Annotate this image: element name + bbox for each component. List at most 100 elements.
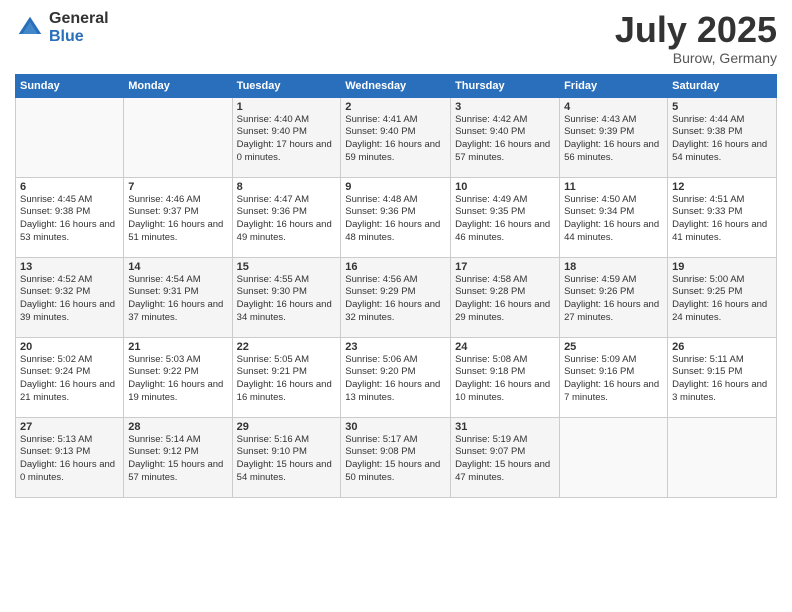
day-number: 2: [345, 101, 446, 113]
logo-blue-text: Blue: [49, 28, 109, 46]
calendar-cell: 18Sunrise: 4:59 AM Sunset: 9:26 PM Dayli…: [560, 257, 668, 337]
calendar-cell: 1Sunrise: 4:40 AM Sunset: 9:40 PM Daylig…: [232, 97, 341, 177]
day-number: 24: [455, 341, 555, 353]
day-number: 8: [237, 181, 337, 193]
day-info: Sunrise: 4:44 AM Sunset: 9:38 PM Dayligh…: [672, 114, 772, 165]
calendar-location: Burow, Germany: [615, 50, 777, 66]
calendar-body: 1Sunrise: 4:40 AM Sunset: 9:40 PM Daylig…: [16, 97, 777, 497]
day-number: 5: [672, 101, 772, 113]
calendar-cell: 26Sunrise: 5:11 AM Sunset: 9:15 PM Dayli…: [668, 337, 777, 417]
day-info: Sunrise: 4:47 AM Sunset: 9:36 PM Dayligh…: [237, 194, 337, 245]
weekday-header-friday: Friday: [560, 74, 668, 97]
calendar-cell: 21Sunrise: 5:03 AM Sunset: 9:22 PM Dayli…: [124, 337, 232, 417]
title-block: July 2025 Burow, Germany: [615, 10, 777, 66]
calendar-cell: 3Sunrise: 4:42 AM Sunset: 9:40 PM Daylig…: [451, 97, 560, 177]
day-number: 23: [345, 341, 446, 353]
calendar-cell: 27Sunrise: 5:13 AM Sunset: 9:13 PM Dayli…: [16, 417, 124, 497]
calendar-week-1: 1Sunrise: 4:40 AM Sunset: 9:40 PM Daylig…: [16, 97, 777, 177]
day-number: 13: [20, 261, 119, 273]
day-info: Sunrise: 5:14 AM Sunset: 9:12 PM Dayligh…: [128, 434, 227, 485]
day-number: 30: [345, 421, 446, 433]
calendar-cell: 30Sunrise: 5:17 AM Sunset: 9:08 PM Dayli…: [341, 417, 451, 497]
calendar-table: SundayMondayTuesdayWednesdayThursdayFrid…: [15, 74, 777, 498]
calendar-cell: [668, 417, 777, 497]
calendar-cell: 22Sunrise: 5:05 AM Sunset: 9:21 PM Dayli…: [232, 337, 341, 417]
calendar-cell: 19Sunrise: 5:00 AM Sunset: 9:25 PM Dayli…: [668, 257, 777, 337]
day-info: Sunrise: 4:52 AM Sunset: 9:32 PM Dayligh…: [20, 274, 119, 325]
day-info: Sunrise: 5:13 AM Sunset: 9:13 PM Dayligh…: [20, 434, 119, 485]
weekday-header-thursday: Thursday: [451, 74, 560, 97]
day-info: Sunrise: 4:45 AM Sunset: 9:38 PM Dayligh…: [20, 194, 119, 245]
day-info: Sunrise: 5:06 AM Sunset: 9:20 PM Dayligh…: [345, 354, 446, 405]
weekday-header-wednesday: Wednesday: [341, 74, 451, 97]
day-number: 7: [128, 181, 227, 193]
day-number: 31: [455, 421, 555, 433]
day-number: 21: [128, 341, 227, 353]
calendar-cell: 16Sunrise: 4:56 AM Sunset: 9:29 PM Dayli…: [341, 257, 451, 337]
logo-text: General Blue: [49, 10, 109, 45]
weekday-header-monday: Monday: [124, 74, 232, 97]
day-info: Sunrise: 5:03 AM Sunset: 9:22 PM Dayligh…: [128, 354, 227, 405]
weekday-header-saturday: Saturday: [668, 74, 777, 97]
day-info: Sunrise: 4:50 AM Sunset: 9:34 PM Dayligh…: [564, 194, 663, 245]
day-info: Sunrise: 4:59 AM Sunset: 9:26 PM Dayligh…: [564, 274, 663, 325]
day-number: 25: [564, 341, 663, 353]
day-number: 9: [345, 181, 446, 193]
day-info: Sunrise: 4:54 AM Sunset: 9:31 PM Dayligh…: [128, 274, 227, 325]
day-number: 4: [564, 101, 663, 113]
day-number: 14: [128, 261, 227, 273]
calendar-title: July 2025: [615, 10, 777, 50]
calendar-cell: 10Sunrise: 4:49 AM Sunset: 9:35 PM Dayli…: [451, 177, 560, 257]
day-number: 26: [672, 341, 772, 353]
calendar-cell: 15Sunrise: 4:55 AM Sunset: 9:30 PM Dayli…: [232, 257, 341, 337]
calendar-cell: 20Sunrise: 5:02 AM Sunset: 9:24 PM Dayli…: [16, 337, 124, 417]
day-number: 11: [564, 181, 663, 193]
calendar-cell: 25Sunrise: 5:09 AM Sunset: 9:16 PM Dayli…: [560, 337, 668, 417]
calendar-cell: 24Sunrise: 5:08 AM Sunset: 9:18 PM Dayli…: [451, 337, 560, 417]
calendar-cell: 7Sunrise: 4:46 AM Sunset: 9:37 PM Daylig…: [124, 177, 232, 257]
calendar-cell: 28Sunrise: 5:14 AM Sunset: 9:12 PM Dayli…: [124, 417, 232, 497]
calendar-cell: 8Sunrise: 4:47 AM Sunset: 9:36 PM Daylig…: [232, 177, 341, 257]
day-info: Sunrise: 4:46 AM Sunset: 9:37 PM Dayligh…: [128, 194, 227, 245]
calendar-week-4: 20Sunrise: 5:02 AM Sunset: 9:24 PM Dayli…: [16, 337, 777, 417]
logo-icon: [15, 13, 45, 43]
calendar-cell: 31Sunrise: 5:19 AM Sunset: 9:07 PM Dayli…: [451, 417, 560, 497]
calendar-cell: 13Sunrise: 4:52 AM Sunset: 9:32 PM Dayli…: [16, 257, 124, 337]
day-info: Sunrise: 5:05 AM Sunset: 9:21 PM Dayligh…: [237, 354, 337, 405]
day-info: Sunrise: 5:02 AM Sunset: 9:24 PM Dayligh…: [20, 354, 119, 405]
day-info: Sunrise: 4:51 AM Sunset: 9:33 PM Dayligh…: [672, 194, 772, 245]
calendar-header: SundayMondayTuesdayWednesdayThursdayFrid…: [16, 74, 777, 97]
day-number: 10: [455, 181, 555, 193]
calendar-week-2: 6Sunrise: 4:45 AM Sunset: 9:38 PM Daylig…: [16, 177, 777, 257]
calendar-cell: [16, 97, 124, 177]
day-info: Sunrise: 5:08 AM Sunset: 9:18 PM Dayligh…: [455, 354, 555, 405]
day-info: Sunrise: 4:40 AM Sunset: 9:40 PM Dayligh…: [237, 114, 337, 165]
day-number: 16: [345, 261, 446, 273]
day-number: 19: [672, 261, 772, 273]
weekday-header-tuesday: Tuesday: [232, 74, 341, 97]
day-number: 22: [237, 341, 337, 353]
page-header: General Blue July 2025 Burow, Germany: [15, 10, 777, 66]
day-number: 1: [237, 101, 337, 113]
day-info: Sunrise: 5:09 AM Sunset: 9:16 PM Dayligh…: [564, 354, 663, 405]
day-info: Sunrise: 4:49 AM Sunset: 9:35 PM Dayligh…: [455, 194, 555, 245]
day-info: Sunrise: 5:17 AM Sunset: 9:08 PM Dayligh…: [345, 434, 446, 485]
calendar-cell: 12Sunrise: 4:51 AM Sunset: 9:33 PM Dayli…: [668, 177, 777, 257]
day-info: Sunrise: 4:55 AM Sunset: 9:30 PM Dayligh…: [237, 274, 337, 325]
day-number: 27: [20, 421, 119, 433]
calendar-cell: 23Sunrise: 5:06 AM Sunset: 9:20 PM Dayli…: [341, 337, 451, 417]
day-number: 6: [20, 181, 119, 193]
calendar-cell: 29Sunrise: 5:16 AM Sunset: 9:10 PM Dayli…: [232, 417, 341, 497]
day-info: Sunrise: 4:58 AM Sunset: 9:28 PM Dayligh…: [455, 274, 555, 325]
day-info: Sunrise: 5:19 AM Sunset: 9:07 PM Dayligh…: [455, 434, 555, 485]
calendar-cell: 2Sunrise: 4:41 AM Sunset: 9:40 PM Daylig…: [341, 97, 451, 177]
day-info: Sunrise: 5:00 AM Sunset: 9:25 PM Dayligh…: [672, 274, 772, 325]
calendar-cell: [560, 417, 668, 497]
day-number: 15: [237, 261, 337, 273]
calendar-cell: 11Sunrise: 4:50 AM Sunset: 9:34 PM Dayli…: [560, 177, 668, 257]
day-number: 18: [564, 261, 663, 273]
day-info: Sunrise: 4:41 AM Sunset: 9:40 PM Dayligh…: [345, 114, 446, 165]
day-number: 20: [20, 341, 119, 353]
day-info: Sunrise: 4:56 AM Sunset: 9:29 PM Dayligh…: [345, 274, 446, 325]
day-info: Sunrise: 5:11 AM Sunset: 9:15 PM Dayligh…: [672, 354, 772, 405]
